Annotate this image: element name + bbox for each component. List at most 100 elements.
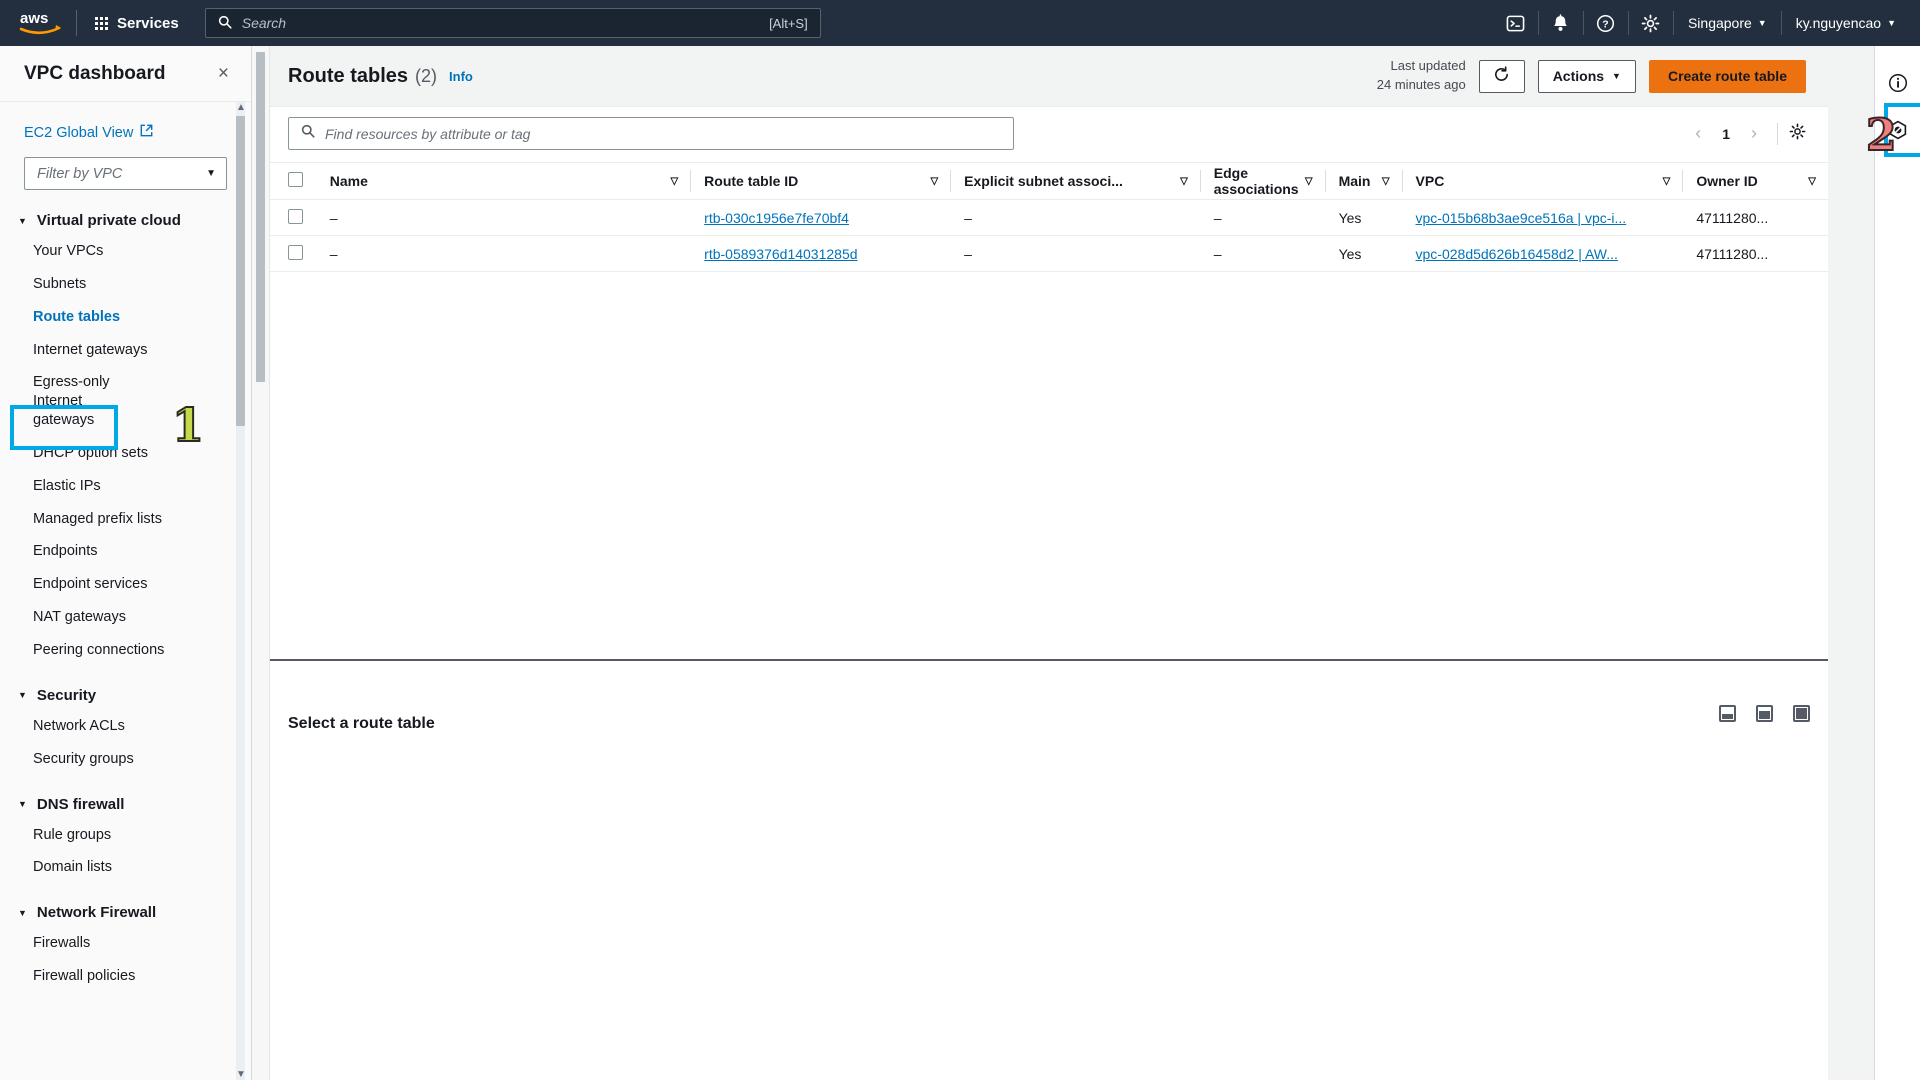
scroll-down-icon[interactable]: ▼	[236, 1069, 246, 1080]
search-input[interactable]: Find resources by attribute or tag	[288, 117, 1014, 150]
info-link[interactable]: Info	[449, 69, 473, 84]
split-panel: Select a route table	[270, 661, 1828, 1080]
refresh-button[interactable]	[1478, 59, 1525, 93]
content-scrollbar[interactable]	[252, 46, 270, 1080]
sidebar-item-ec2-global-view[interactable]: EC2 Global View	[0, 120, 251, 141]
region-selector[interactable]: Singapore ▼	[1674, 0, 1781, 46]
chevron-down-icon: ▼	[206, 168, 216, 179]
sidebar-item-firewalls[interactable]: Firewalls	[0, 927, 251, 960]
sidebar-scrollbar-thumb[interactable]	[236, 116, 245, 426]
account-menu[interactable]: ky.nguyencao ▼	[1782, 0, 1910, 46]
sidebar-item-elastic-ips[interactable]: Elastic IPs	[0, 470, 251, 503]
sidebar-item-managed-prefix-lists[interactable]: Managed prefix lists	[0, 503, 251, 536]
sidebar-item-firewall-policies[interactable]: Firewall policies	[0, 960, 251, 993]
services-menu-button[interactable]: Services	[83, 10, 191, 37]
content-scrollbar-thumb[interactable]	[256, 52, 265, 382]
sidebar-item-network-acls[interactable]: Network ACLs	[0, 710, 251, 743]
create-route-table-button[interactable]: Create route table	[1648, 59, 1806, 93]
page-header-actions: Last updated 24 minutes ago Actions ▼ Cr…	[1377, 57, 1806, 95]
help-icon[interactable]: ?	[1584, 0, 1628, 46]
cell-route-table-id-link[interactable]: rtb-030c1956e7fe70bf4	[704, 210, 849, 226]
sort-icon[interactable]: ▽	[1180, 176, 1188, 187]
sort-icon[interactable]: ▽	[1808, 176, 1816, 187]
pagination-next-button[interactable]: ›	[1742, 123, 1766, 144]
sidebar-scrollbar[interactable]: ▲ ▼	[236, 102, 246, 1080]
cell-vpc-link[interactable]: vpc-028d5d626b16458d2 | AW...	[1416, 246, 1618, 262]
sidebar-item-endpoint-services[interactable]: Endpoint services	[0, 568, 251, 601]
split-side-icon[interactable]	[1756, 705, 1773, 722]
sidebar-item-security-groups[interactable]: Security groups	[0, 743, 251, 776]
vpc-filter-select[interactable]: Filter by VPC ▼	[24, 157, 227, 190]
sidebar-item-nat-gateways[interactable]: NAT gateways	[0, 601, 251, 634]
cell-main: Yes	[1324, 199, 1402, 236]
table-preferences-gear-icon[interactable]	[1789, 123, 1810, 145]
column-header-owner-id: Owner ID ▽	[1682, 162, 1828, 200]
cell-explicit-subnet-associations: –	[950, 199, 1200, 236]
global-search-placeholder: Search	[241, 15, 287, 31]
sidebar-item-egress-only-internet-gateways[interactable]: Egress-only Internet gateways	[0, 366, 150, 437]
sidebar-item-your-vpcs[interactable]: Your VPCs	[0, 235, 251, 268]
select-all-checkbox[interactable]	[288, 172, 303, 187]
scroll-up-icon[interactable]: ▲	[236, 102, 246, 113]
cell-edge-associations: –	[1199, 235, 1325, 272]
column-label: Owner ID	[1696, 173, 1758, 189]
sort-icon[interactable]: ▽	[1382, 176, 1390, 187]
gear-icon[interactable]	[1629, 0, 1673, 46]
sidebar-item-peering-connections[interactable]: Peering connections	[0, 634, 251, 667]
sidebar-item-subnets[interactable]: Subnets	[0, 268, 251, 301]
cloudshell-icon[interactable]	[1494, 0, 1538, 46]
sidebar-item-endpoints[interactable]: Endpoints	[0, 535, 251, 568]
sidebar-item-route-tables[interactable]: Route tables	[0, 301, 251, 334]
sidebar-item-internet-gateways[interactable]: Internet gateways	[0, 334, 251, 367]
sidebar-item-dhcp-option-sets[interactable]: DHCP option sets	[0, 437, 251, 470]
notifications-bell-icon[interactable]	[1539, 0, 1583, 46]
info-icon[interactable]	[1875, 60, 1920, 106]
pagination-page-1[interactable]: 1	[1714, 126, 1738, 142]
svg-text:aws: aws	[20, 10, 48, 27]
row-checkbox[interactable]	[288, 208, 303, 224]
table-row[interactable]: – rtb-030c1956e7fe70bf4 – – Yes vpc-015b…	[270, 199, 1828, 236]
actions-button[interactable]: Actions ▼	[1537, 59, 1636, 93]
sidebar-item-domain-lists[interactable]: Domain lists	[0, 851, 251, 884]
sort-icon[interactable]: ▽	[1663, 176, 1671, 187]
cell-main: Yes	[1324, 235, 1402, 272]
sort-icon[interactable]: ▽	[930, 176, 938, 187]
select-all-header	[270, 162, 316, 200]
column-label: Main	[1338, 173, 1371, 189]
last-updated-line1: Last updated	[1390, 58, 1466, 74]
row-checkbox[interactable]	[288, 244, 303, 260]
vpc-filter-placeholder: Filter by VPC	[37, 165, 123, 182]
last-updated-text: Last updated 24 minutes ago	[1377, 57, 1466, 95]
column-header-explicit-subnet-associations: Explicit subnet associ... ▽	[950, 162, 1200, 200]
column-header-route-table-id: Route table ID ▽	[690, 162, 951, 200]
services-label: Services	[117, 14, 179, 32]
sort-icon[interactable]: ▽	[1305, 176, 1313, 187]
sort-icon[interactable]: ▽	[670, 176, 678, 187]
column-label: VPC	[1415, 173, 1445, 189]
cell-route-table-id-link[interactable]: rtb-0589376d14031285d	[704, 246, 857, 262]
aws-logo[interactable]: aws	[18, 8, 64, 38]
table-row[interactable]: – rtb-0589376d14031285d – – Yes vpc-028d…	[270, 235, 1828, 272]
account-label: ky.nguyencao	[1795, 15, 1882, 31]
sidebar-group-network-firewall[interactable]: ▼ Network Firewall	[0, 884, 251, 927]
grid-icon	[95, 16, 108, 30]
split-bottom-icon[interactable]	[1719, 705, 1736, 722]
search-shortcut-hint: [Alt+S]	[769, 15, 808, 31]
sidebar-group-virtual-private-cloud[interactable]: ▼ Virtual private cloud	[0, 202, 251, 235]
split-full-icon[interactable]	[1793, 705, 1810, 722]
sidebar-group-label: Security	[36, 686, 97, 704]
global-search-input[interactable]: Search [Alt+S]	[204, 8, 821, 38]
cell-vpc-link[interactable]: vpc-015b68b3ae9ce516a | vpc-i...	[1416, 210, 1627, 226]
sidebar-group-security[interactable]: ▼ Security	[0, 667, 251, 710]
sidebar-group-dns-firewall[interactable]: ▼ DNS firewall	[0, 776, 251, 819]
main-content-area: Route tables (2) Info Last updated 24 mi…	[252, 46, 1920, 1080]
search-icon	[301, 124, 315, 143]
close-icon[interactable]: ×	[218, 64, 229, 83]
sidebar-item-rule-groups[interactable]: Rule groups	[0, 819, 251, 852]
cell-explicit-subnet-associations: –	[950, 235, 1200, 272]
page-header: Route tables (2) Info Last updated 24 mi…	[270, 46, 1828, 106]
search-icon	[218, 15, 232, 32]
pagination-prev-button[interactable]: ‹	[1686, 123, 1710, 144]
route-tables-table: Name ▽ Route table ID ▽ Explicit subnet …	[270, 162, 1828, 272]
top-navigation-bar: aws Services Search [Alt+S] ? Singapore …	[0, 0, 1920, 46]
